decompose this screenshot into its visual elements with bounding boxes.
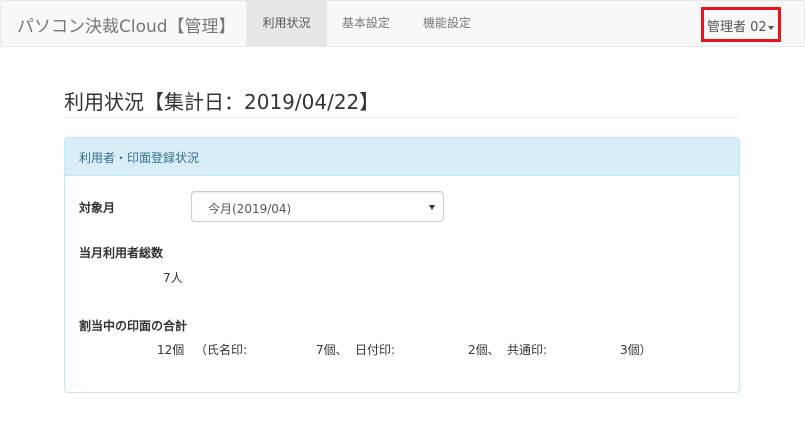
user-menu-label: 管理者 02 (707, 20, 767, 35)
target-month-select[interactable]: 今月(2019/04) (191, 191, 444, 222)
panel-heading: 利用者・印面登録状況 (65, 138, 739, 176)
name-stamp-label: （氏名印: (195, 343, 248, 357)
nav-tab-usage-status[interactable]: 利用状況 (246, 1, 327, 47)
assigned-stamps-label: 割当中の印面の合計 (79, 319, 188, 333)
date-stamp-label: 日付印: (355, 343, 396, 357)
panel-title: 利用者・印面登録状況 (79, 151, 200, 165)
title-divider (64, 117, 740, 118)
app-brand[interactable]: パソコン決裁Cloud【管理】 (17, 12, 236, 37)
chevron-down-icon (429, 205, 435, 210)
usage-panel: 利用者・印面登録状況 対象月 今月(2019/04) 当月利用者総数 7人 割当… (64, 137, 740, 393)
monthly-users-label: 当月利用者総数 (79, 246, 164, 260)
target-month-selected-value: 今月(2019/04) (208, 202, 292, 216)
name-stamp-count: 7個、 (316, 343, 348, 357)
target-month-label: 対象月 (79, 201, 116, 215)
assigned-stamps-total: 12個 (157, 343, 185, 357)
common-stamp-label: 共通印: (507, 343, 548, 357)
top-navbar: パソコン決裁Cloud【管理】 利用状況 基本設定 機能設定 管理者 02 (0, 0, 805, 47)
page-title: 利用状況【集計日：2019/04/22】 (64, 90, 380, 114)
date-stamp-count: 2個、 (468, 343, 500, 357)
common-stamp-count: 3個） (620, 343, 652, 357)
caret-down-icon (767, 25, 774, 30)
nav-tab-basic-settings[interactable]: 基本設定 (327, 1, 405, 47)
monthly-users-value: 7人 (163, 271, 183, 285)
user-menu-dropdown[interactable]: 管理者 02 (701, 7, 781, 42)
nav-tab-function-settings[interactable]: 機能設定 (405, 1, 489, 47)
